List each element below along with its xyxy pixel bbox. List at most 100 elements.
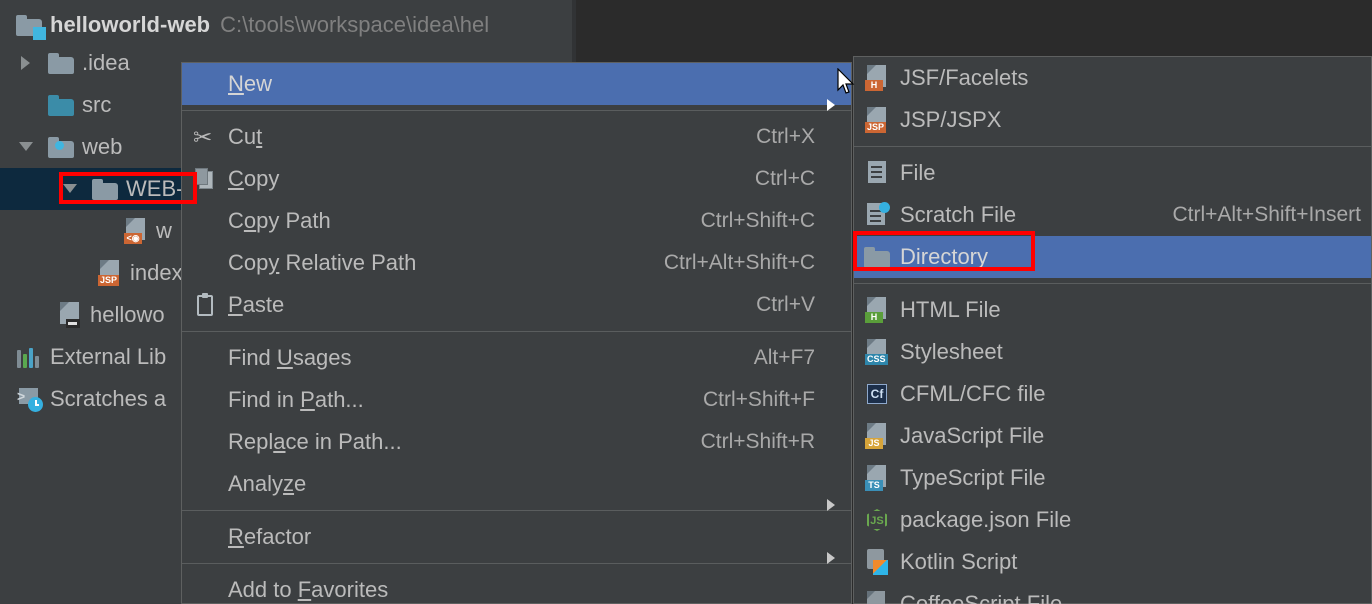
submenu-item-scratch-file[interactable]: Scratch File Ctrl+Alt+Shift+Insert (854, 194, 1371, 236)
css-file-icon: CSS (854, 339, 900, 365)
jsp-file-icon: JSP (98, 260, 122, 286)
submenu-item-jsp-jspx[interactable]: JSP JSP/JSPX (854, 99, 1371, 141)
menu-item-analyze[interactable]: Analyze (182, 463, 851, 511)
cut-icon: ✂ (193, 124, 213, 150)
menu-item-label: Refactor (228, 524, 312, 549)
folder-icon (48, 52, 74, 74)
submenu-separator (854, 146, 1371, 147)
menu-item-accelerator: Ctrl+C (754, 167, 815, 190)
submenu-item-label: JSP/JSPX (900, 107, 1002, 132)
tree-item-label: External Lib (50, 344, 167, 369)
menu-item-label: Paste (228, 292, 285, 317)
menu-item-replace-in-path[interactable]: Replace in Path... Ctrl+Shift+R (182, 421, 851, 463)
cfml-file-icon: Cf (854, 382, 900, 406)
scratch-file-icon (854, 202, 900, 228)
jsf-file-icon: H (854, 65, 900, 91)
menu-item-accelerator: Ctrl+X (756, 125, 815, 148)
menu-item-accelerator: Ctrl+Shift+C (700, 209, 815, 232)
menu-item-find-in-path[interactable]: Find in Path... Ctrl+Shift+F (182, 379, 851, 421)
submenu-item-label: Stylesheet (900, 339, 1003, 364)
submenu-item-cfml-cfc-file[interactable]: Cf CFML/CFC file (854, 373, 1371, 415)
menu-separator (182, 110, 851, 111)
menu-item-refactor[interactable]: Refactor (182, 516, 851, 564)
folder-icon (854, 246, 900, 268)
context-menu: New ✂ Cut Ctrl+X Copy Ctrl+C Copy Path C… (181, 62, 852, 604)
submenu-item-jsf-facelets[interactable]: H JSF/Facelets (854, 57, 1371, 99)
collapse-arrow-icon[interactable] (18, 138, 36, 156)
menu-item-label: Add to Favorites (228, 577, 389, 602)
submenu-item-typescript-file[interactable]: TS TypeScript File (854, 457, 1371, 499)
menu-item-find-usages[interactable]: Find Usages Alt+F7 (182, 337, 851, 379)
menu-item-label: Copy Path (228, 208, 331, 233)
menu-item-add-to-favorites[interactable]: Add to Favorites (182, 569, 851, 604)
html-file-icon: H (854, 297, 900, 323)
tree-item-label: w (156, 218, 172, 243)
folder-source-icon (48, 94, 74, 116)
menu-item-paste[interactable]: Paste Ctrl+V (182, 284, 851, 326)
submenu-item-label: JavaScript File (900, 423, 1045, 448)
folder-icon (92, 178, 118, 200)
javascript-file-icon: JS (854, 423, 900, 449)
menu-item-copy-relative-path[interactable]: Copy Relative Path Ctrl+Alt+Shift+C (182, 242, 851, 284)
jsp-file-icon: JSP (854, 107, 900, 133)
mouse-cursor-icon (837, 68, 855, 94)
tree-item-label: index (130, 260, 183, 285)
project-module-folder-icon (16, 14, 46, 40)
file-icon (854, 160, 900, 186)
coffeescript-icon (854, 591, 900, 604)
submenu-item-directory[interactable]: Directory (854, 236, 1371, 278)
twisty-placeholder (18, 96, 36, 114)
tree-row-project-root[interactable]: helloworld-web C:\tools\workspace\idea\h… (0, 4, 572, 46)
submenu-item-label: File (900, 160, 936, 185)
menu-item-label: Find in Path... (228, 387, 364, 412)
submenu-item-label: CFML/CFC file (900, 381, 1046, 406)
folder-web-icon (48, 136, 74, 158)
submenu-item-label: Kotlin Script (900, 549, 1018, 574)
submenu-item-kotlin-script[interactable]: Kotlin Script (854, 541, 1371, 583)
submenu-item-accelerator: Ctrl+Alt+Shift+Insert (1172, 203, 1362, 226)
new-submenu: H JSF/Facelets JSP JSP/JSPX File Scratch… (853, 56, 1372, 604)
menu-item-label: Replace in Path... (228, 429, 402, 454)
menu-item-label: Find Usages (228, 345, 352, 370)
tree-item-label: web (82, 134, 123, 159)
submenu-item-file[interactable]: File (854, 152, 1371, 194)
scratches-icon: > (16, 387, 43, 412)
tree-item-label: hellowo (90, 302, 165, 327)
submenu-item-label: JSF/Facelets (900, 65, 1029, 90)
paste-icon (182, 293, 228, 317)
java-class-icon (58, 302, 82, 328)
menu-item-label: Copy (228, 166, 280, 191)
submenu-item-package-json-file[interactable]: JS package.json File (854, 499, 1371, 541)
copy-icon (182, 167, 228, 191)
submenu-item-stylesheet[interactable]: CSS Stylesheet (854, 331, 1371, 373)
submenu-item-label: package.json File (900, 507, 1072, 532)
submenu-item-javascript-file[interactable]: JS JavaScript File (854, 415, 1371, 457)
menu-item-accelerator: Ctrl+Shift+F (702, 388, 815, 411)
collapse-arrow-icon[interactable] (62, 180, 80, 198)
menu-item-new[interactable]: New (182, 63, 851, 111)
tree-item-label: WEB- (126, 176, 184, 201)
expand-arrow-icon[interactable] (18, 54, 36, 72)
menu-item-accelerator: Ctrl+Alt+Shift+C (663, 251, 815, 274)
menu-item-copy-path[interactable]: Copy Path Ctrl+Shift+C (182, 200, 851, 242)
menu-item-accelerator: Ctrl+V (756, 293, 815, 316)
submenu-item-html-file[interactable]: H HTML File (854, 289, 1371, 331)
external-libraries-icon (16, 346, 42, 368)
menu-item-label: Cut (228, 124, 263, 149)
menu-item-label: New (228, 71, 273, 96)
submenu-separator (854, 283, 1371, 284)
menu-item-accelerator: Ctrl+Shift+R (700, 430, 815, 453)
tree-item-label: src (82, 92, 112, 117)
menu-item-cut[interactable]: ✂ Cut Ctrl+X (182, 116, 851, 158)
submenu-item-coffeescript-file[interactable]: CoffeeScript File (854, 583, 1371, 604)
xml-file-icon: <◉ (124, 218, 148, 244)
jsp-tag: JSP (98, 275, 120, 286)
submenu-item-label: Scratch File (900, 202, 1017, 227)
menu-separator (182, 563, 851, 564)
menu-item-label: Analyze (228, 471, 307, 496)
menu-separator (182, 510, 851, 511)
submenu-item-label: CoffeeScript File (900, 591, 1063, 604)
menu-item-copy[interactable]: Copy Ctrl+C (182, 158, 851, 200)
tree-item-label: .idea (82, 50, 130, 75)
menu-item-label: Copy Relative Path (228, 250, 417, 275)
